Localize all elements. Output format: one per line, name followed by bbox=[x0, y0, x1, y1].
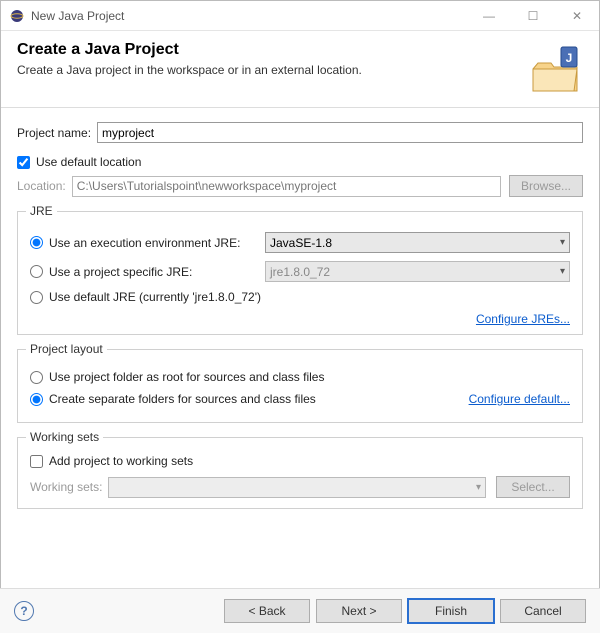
maximize-button[interactable]: ☐ bbox=[511, 1, 555, 30]
chevron-down-icon: ▾ bbox=[560, 266, 565, 277]
minimize-button[interactable]: — bbox=[467, 1, 511, 30]
window-title: New Java Project bbox=[31, 9, 467, 23]
dialog-footer: ? < Back Next > Finish Cancel bbox=[0, 588, 600, 633]
jre-exec-env-radio[interactable] bbox=[30, 236, 43, 249]
layout-separate-radio[interactable] bbox=[30, 393, 43, 406]
location-label: Location: bbox=[17, 179, 66, 193]
next-button[interactable]: Next > bbox=[316, 599, 402, 623]
jre-group-title: JRE bbox=[26, 204, 57, 218]
configure-jres-link[interactable]: Configure JREs... bbox=[476, 312, 570, 326]
jre-default-label: Use default JRE (currently 'jre1.8.0_72'… bbox=[49, 290, 261, 304]
jre-group: JRE Use an execution environment JRE: Ja… bbox=[17, 211, 583, 335]
add-to-working-sets-label: Add project to working sets bbox=[49, 454, 193, 468]
layout-root-label: Use project folder as root for sources a… bbox=[49, 370, 324, 384]
jre-project-specific-label: Use a project specific JRE: bbox=[49, 265, 259, 279]
close-button[interactable]: ✕ bbox=[555, 1, 599, 30]
jre-project-specific-radio[interactable] bbox=[30, 265, 43, 278]
header-description: Create a Java project in the workspace o… bbox=[17, 63, 527, 77]
working-sets-group: Working sets Add project to working sets… bbox=[17, 437, 583, 509]
jre-exec-env-select[interactable]: JavaSE-1.8 ▾ bbox=[265, 232, 570, 253]
svg-text:J: J bbox=[566, 51, 573, 65]
layout-separate-label: Create separate folders for sources and … bbox=[49, 392, 316, 406]
working-sets-label: Working sets: bbox=[30, 480, 102, 494]
location-input bbox=[72, 176, 501, 197]
jre-project-specific-value: jre1.8.0_72 bbox=[270, 265, 330, 279]
dialog-header: Create a Java Project Create a Java proj… bbox=[1, 31, 599, 108]
help-icon[interactable]: ? bbox=[14, 601, 34, 621]
use-default-location-label: Use default location bbox=[36, 155, 141, 169]
working-sets-select: ▾ bbox=[108, 477, 486, 498]
working-sets-title: Working sets bbox=[26, 430, 103, 444]
project-name-label: Project name: bbox=[17, 126, 91, 140]
jre-project-specific-select: jre1.8.0_72 ▾ bbox=[265, 261, 570, 282]
window-controls: — ☐ ✕ bbox=[467, 1, 599, 30]
cancel-button[interactable]: Cancel bbox=[500, 599, 586, 623]
configure-default-link[interactable]: Configure default... bbox=[469, 392, 570, 406]
project-name-input[interactable] bbox=[97, 122, 583, 143]
use-default-location-checkbox[interactable] bbox=[17, 156, 30, 169]
titlebar: New Java Project — ☐ ✕ bbox=[1, 1, 599, 31]
jre-exec-env-label: Use an execution environment JRE: bbox=[49, 236, 259, 250]
eclipse-icon bbox=[9, 8, 25, 24]
header-title: Create a Java Project bbox=[17, 41, 527, 59]
select-working-sets-button: Select... bbox=[496, 476, 570, 498]
folder-java-icon: J bbox=[527, 41, 583, 97]
chevron-down-icon: ▾ bbox=[476, 482, 481, 493]
project-layout-title: Project layout bbox=[26, 342, 107, 356]
add-to-working-sets-checkbox[interactable] bbox=[30, 455, 43, 468]
layout-root-radio[interactable] bbox=[30, 371, 43, 384]
chevron-down-icon: ▾ bbox=[560, 237, 565, 248]
jre-exec-env-value: JavaSE-1.8 bbox=[270, 236, 332, 250]
browse-button: Browse... bbox=[509, 175, 583, 197]
finish-button[interactable]: Finish bbox=[408, 599, 494, 623]
jre-default-radio[interactable] bbox=[30, 291, 43, 304]
project-layout-group: Project layout Use project folder as roo… bbox=[17, 349, 583, 423]
back-button[interactable]: < Back bbox=[224, 599, 310, 623]
